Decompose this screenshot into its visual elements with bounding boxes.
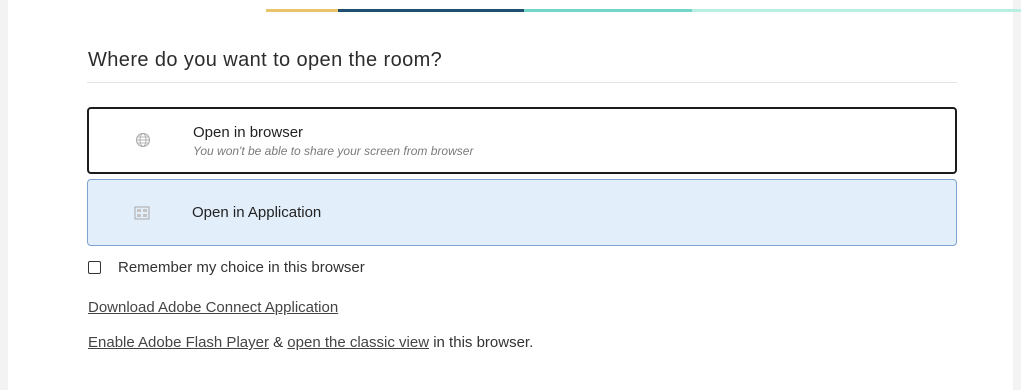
left-edge bbox=[0, 0, 8, 390]
open-in-browser-label: Open in browser bbox=[193, 124, 304, 141]
remember-choice-row: Remember my choice in this browser bbox=[88, 259, 365, 276]
dialog-title: Where do you want to open the room? bbox=[88, 49, 443, 71]
open-in-application-option[interactable]: Open in Application bbox=[87, 179, 957, 246]
open-in-application-label: Open in Application bbox=[192, 204, 322, 221]
download-application-link[interactable]: Download Adobe Connect Application bbox=[88, 299, 338, 316]
open-classic-view-link[interactable]: open the classic view bbox=[287, 334, 429, 351]
flash-player-line: Enable Adobe Flash Player & open the cla… bbox=[88, 334, 533, 351]
remember-choice-checkbox[interactable] bbox=[88, 261, 101, 274]
right-edge bbox=[1013, 0, 1021, 390]
open-in-browser-sublabel: You won't be able to share your screen f… bbox=[193, 144, 474, 158]
flash-line-ampersand: & bbox=[268, 334, 288, 351]
flash-line-suffix: in this browser. bbox=[429, 334, 534, 351]
enable-flash-player-link[interactable]: Enable Adobe Flash Player bbox=[88, 334, 269, 351]
application-icon bbox=[134, 205, 150, 221]
open-room-dialog: Where do you want to open the room? Open… bbox=[0, 0, 1021, 390]
top-accent-bar bbox=[266, 9, 1021, 12]
open-in-browser-option[interactable]: Open in browser You won't be able to sha… bbox=[87, 107, 957, 174]
title-divider bbox=[87, 82, 957, 83]
globe-icon bbox=[135, 132, 151, 148]
remember-choice-label[interactable]: Remember my choice in this browser bbox=[118, 259, 365, 276]
